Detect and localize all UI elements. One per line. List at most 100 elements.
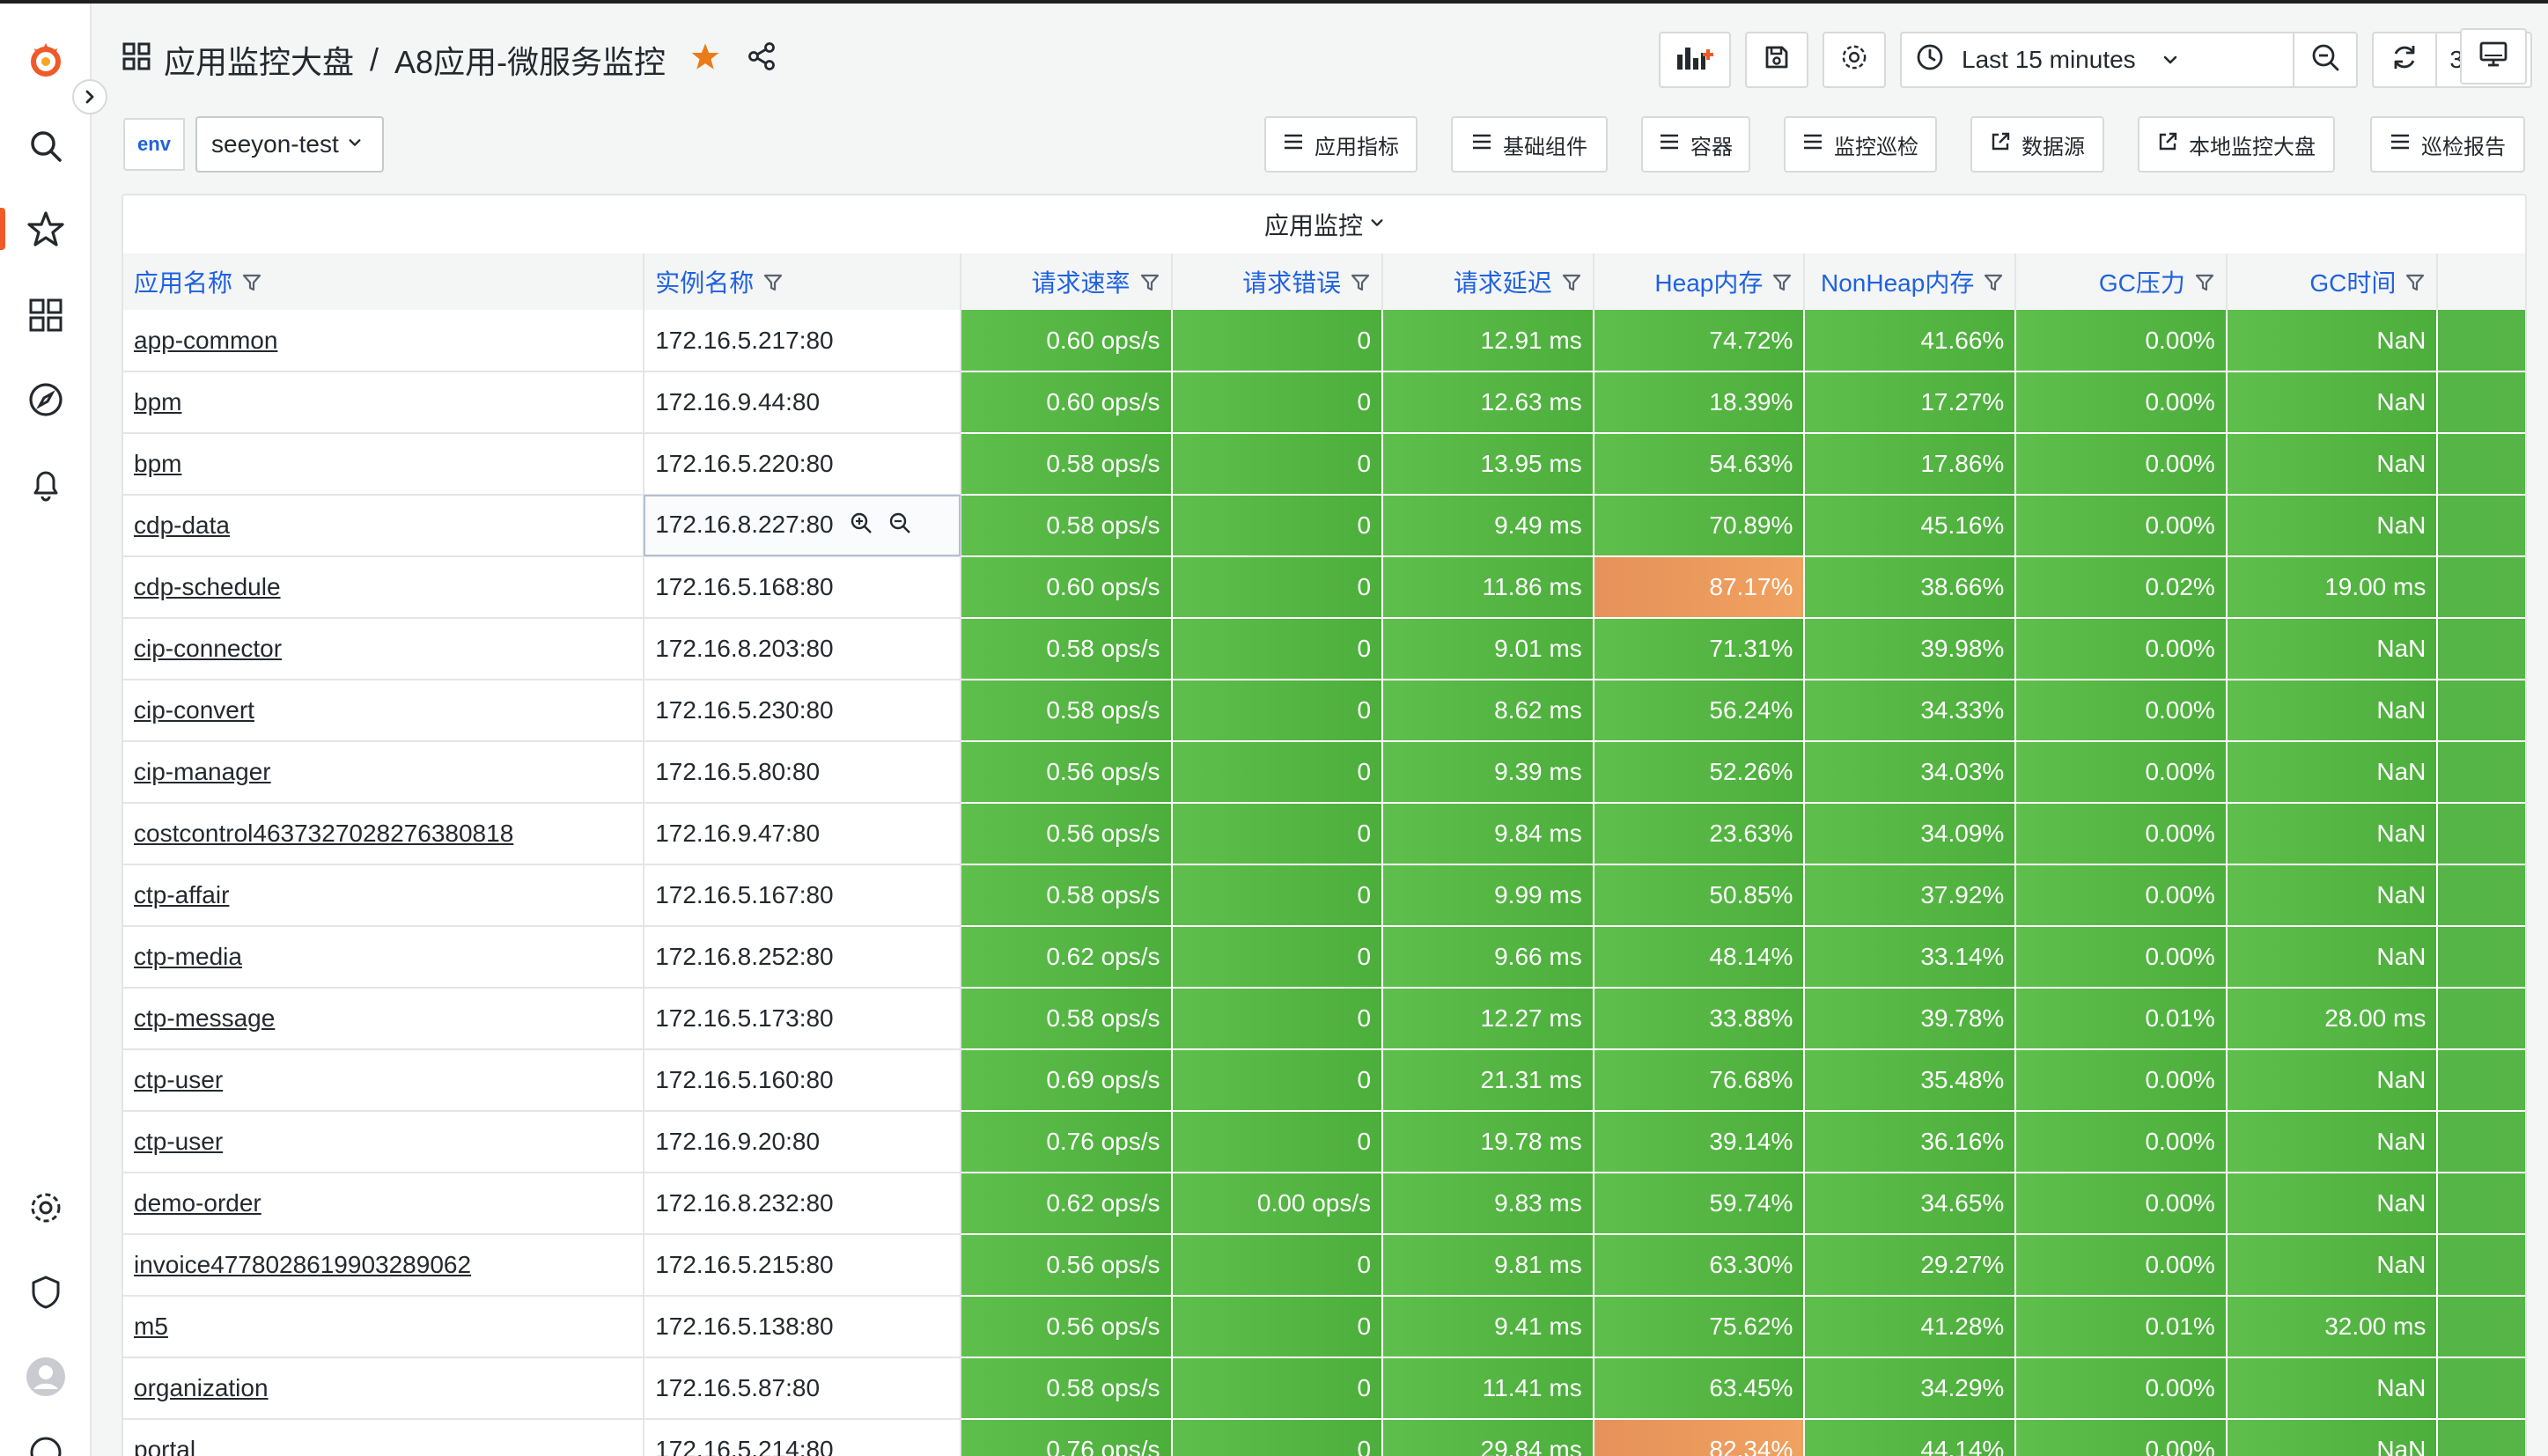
column-header[interactable]: 请求延迟 bbox=[1382, 254, 1594, 310]
app-name-cell[interactable]: cdp-schedule bbox=[123, 556, 645, 619]
link-inspection-report[interactable]: 巡检报告 bbox=[2370, 116, 2525, 173]
dashboard-folder-title[interactable]: 应用监控大盘 bbox=[164, 37, 354, 83]
table-row[interactable]: portal 172.16.5.214:80 0.76 ops/s 0 29.84 ms… bbox=[123, 1419, 2525, 1456]
app-name-cell[interactable]: cip-manager bbox=[123, 741, 645, 804]
app-name-link[interactable]: cdp-data bbox=[134, 511, 230, 539]
starred-icon[interactable] bbox=[19, 202, 72, 255]
app-name-link[interactable]: bpm bbox=[134, 450, 181, 477]
app-name-cell[interactable]: ctp-media bbox=[123, 926, 645, 989]
column-header[interactable]: GC压力 bbox=[2015, 254, 2228, 310]
filter-icon[interactable] bbox=[241, 271, 262, 299]
grafana-logo-icon[interactable] bbox=[19, 33, 72, 86]
table-row[interactable]: ctp-user 172.16.9.20:80 0.76 ops/s 0 19.78 m… bbox=[123, 1111, 2525, 1173]
dashboard-name[interactable]: A8应用-微服务监控 bbox=[394, 37, 666, 83]
add-panel-button[interactable] bbox=[1659, 32, 1731, 88]
link-datasource[interactable]: 数据源 bbox=[1970, 116, 2104, 173]
link-base-components[interactable]: 基础组件 bbox=[1451, 116, 1608, 173]
table-row[interactable]: cip-convert 172.16.5.230:80 0.58 ops/s 0 8.6… bbox=[123, 680, 2525, 742]
link-app-metrics[interactable]: 应用指标 bbox=[1264, 116, 1418, 173]
app-name-cell[interactable]: portal bbox=[123, 1419, 645, 1456]
app-name-cell[interactable]: organization bbox=[123, 1357, 645, 1420]
app-name-link[interactable]: cip-manager bbox=[134, 758, 271, 785]
app-name-cell[interactable]: m5 bbox=[123, 1296, 645, 1358]
dashboards-icon[interactable] bbox=[19, 289, 72, 342]
app-name-link[interactable]: portal bbox=[134, 1436, 195, 1456]
dashboard-settings-button[interactable] bbox=[1823, 32, 1886, 88]
app-name-cell[interactable]: ctp-message bbox=[123, 988, 645, 1050]
app-name-link[interactable]: costcontrol4637327028276380818 bbox=[134, 820, 513, 847]
filter-icon[interactable] bbox=[1139, 271, 1160, 299]
user-avatar-icon[interactable] bbox=[19, 1350, 72, 1403]
search-icon[interactable] bbox=[19, 120, 72, 173]
app-name-link[interactable]: cip-connector bbox=[134, 635, 282, 662]
table-row[interactable]: bpm 172.16.9.44:80 0.60 ops/s 0 12.63 ms 18.3… bbox=[123, 371, 2525, 434]
app-name-cell[interactable]: invoice4778028619903289062 bbox=[123, 1234, 645, 1297]
app-name-link[interactable]: demo-order bbox=[134, 1189, 261, 1217]
column-header[interactable]: 请求错误 bbox=[1171, 254, 1384, 310]
app-name-cell[interactable]: ctp-user bbox=[123, 1049, 645, 1112]
app-name-cell[interactable]: costcontrol4637327028276380818 bbox=[123, 803, 645, 865]
zoom-out-time-button[interactable] bbox=[2293, 32, 2358, 88]
table-row[interactable]: demo-order 172.16.8.232:80 0.62 ops/s 0.00 … bbox=[123, 1173, 2525, 1235]
filter-icon[interactable] bbox=[1983, 271, 2004, 299]
table-row[interactable]: app-common 172.16.5.217:80 0.60 ops/s 0 12.9… bbox=[123, 310, 2525, 372]
filter-icon[interactable] bbox=[1561, 271, 1582, 299]
app-name-link[interactable]: organization bbox=[134, 1374, 269, 1401]
app-name-link[interactable]: ctp-affair bbox=[134, 881, 229, 908]
table-row[interactable]: ctp-user 172.16.5.160:80 0.69 ops/s 0 21.31 … bbox=[123, 1049, 2525, 1112]
table-row[interactable]: cip-connector 172.16.8.203:80 0.58 ops/s 0 9… bbox=[123, 618, 2525, 680]
app-name-link[interactable]: ctp-message bbox=[134, 1004, 275, 1032]
share-icon[interactable] bbox=[747, 41, 777, 79]
filter-icon[interactable] bbox=[2194, 271, 2215, 299]
time-range-picker[interactable]: Last 15 minutes bbox=[1900, 32, 2294, 88]
explore-compass-icon[interactable] bbox=[19, 373, 72, 426]
table-row[interactable]: cdp-schedule 172.16.5.168:80 0.60 ops/s 0 11… bbox=[123, 556, 2525, 619]
app-name-cell[interactable]: ctp-user bbox=[123, 1111, 645, 1173]
table-row[interactable]: m5 172.16.5.138:80 0.56 ops/s 0 9.41 ms 75.62… bbox=[123, 1296, 2525, 1358]
column-header[interactable]: GC时间 bbox=[2226, 254, 2439, 310]
column-header[interactable]: NonHeap内存 bbox=[1804, 254, 2017, 310]
app-name-cell[interactable]: ctp-affair bbox=[123, 864, 645, 927]
save-dashboard-button[interactable] bbox=[1745, 32, 1808, 88]
table-row[interactable]: ctp-affair 172.16.5.167:80 0.58 ops/s 0 9.99… bbox=[123, 864, 2525, 927]
app-name-cell[interactable]: cdp-data bbox=[123, 495, 645, 557]
app-name-cell[interactable]: cip-convert bbox=[123, 680, 645, 742]
app-name-link[interactable]: ctp-user bbox=[134, 1066, 223, 1093]
table-row[interactable]: ctp-media 172.16.8.252:80 0.62 ops/s 0 9.66 … bbox=[123, 926, 2525, 989]
app-name-cell[interactable]: bpm bbox=[123, 371, 645, 434]
app-name-link[interactable]: ctp-user bbox=[134, 1128, 223, 1155]
refresh-button[interactable] bbox=[2372, 32, 2437, 88]
link-containers[interactable]: 容器 bbox=[1641, 116, 1750, 173]
app-name-cell[interactable]: demo-order bbox=[123, 1173, 645, 1235]
table-row[interactable]: bpm 172.16.5.220:80 0.58 ops/s 0 13.95 ms 54.… bbox=[123, 433, 2525, 496]
filter-for-value-icon[interactable] bbox=[850, 511, 873, 540]
link-inspection[interactable]: 监控巡检 bbox=[1784, 116, 1937, 173]
help-icon[interactable] bbox=[19, 1426, 72, 1456]
env-variable-select[interactable]: seeyon-test bbox=[195, 116, 384, 173]
app-name-link[interactable]: m5 bbox=[134, 1313, 168, 1340]
filter-out-value-icon[interactable] bbox=[888, 511, 911, 540]
link-local-dashboard[interactable]: 本地监控大盘 bbox=[2138, 116, 2335, 173]
column-header[interactable]: 请求速率 bbox=[960, 254, 1173, 310]
app-name-link[interactable]: invoice4778028619903289062 bbox=[134, 1251, 471, 1278]
filter-icon[interactable] bbox=[1350, 271, 1371, 299]
filter-icon[interactable] bbox=[762, 271, 784, 299]
table-row[interactable]: ctp-message 172.16.5.173:80 0.58 ops/s 0 12.… bbox=[123, 988, 2525, 1050]
column-header[interactable]: 实例名称 bbox=[644, 254, 961, 310]
panel-title[interactable]: 应用监控 bbox=[123, 195, 2525, 254]
app-name-cell[interactable]: bpm bbox=[123, 433, 645, 496]
app-name-link[interactable]: ctp-media bbox=[134, 943, 242, 970]
app-name-link[interactable]: app-common bbox=[134, 327, 277, 354]
shield-icon[interactable] bbox=[19, 1266, 72, 1319]
table-row[interactable]: invoice4778028619903289062 172.16.5.215:8… bbox=[123, 1234, 2525, 1297]
favorite-star-icon[interactable] bbox=[690, 41, 720, 79]
app-name-link[interactable]: cdp-schedule bbox=[134, 573, 281, 600]
column-header[interactable]: 应用名称 bbox=[123, 254, 645, 310]
settings-gear-icon[interactable] bbox=[19, 1181, 72, 1234]
filter-icon[interactable] bbox=[1771, 271, 1793, 299]
table-row[interactable]: cip-manager 172.16.5.80:80 0.56 ops/s 0 9.39… bbox=[123, 741, 2525, 804]
alerting-bell-icon[interactable] bbox=[19, 458, 72, 511]
table-row[interactable]: organization 172.16.5.87:80 0.58 ops/s 0 11.… bbox=[123, 1357, 2525, 1420]
tv-mode-button[interactable] bbox=[2460, 28, 2527, 85]
app-name-link[interactable]: bpm bbox=[134, 388, 181, 415]
